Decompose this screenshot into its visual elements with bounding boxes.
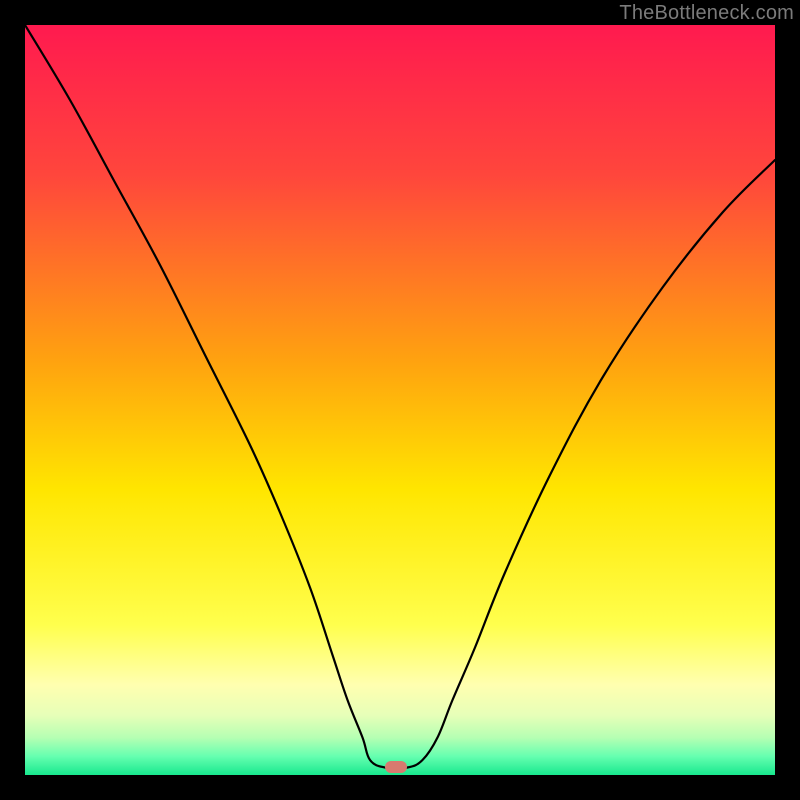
plot-area [25,25,775,775]
bottleneck-curve [25,25,775,775]
optimal-marker [385,761,407,773]
chart-frame: TheBottleneck.com [0,0,800,800]
watermark-text: TheBottleneck.com [619,2,794,25]
